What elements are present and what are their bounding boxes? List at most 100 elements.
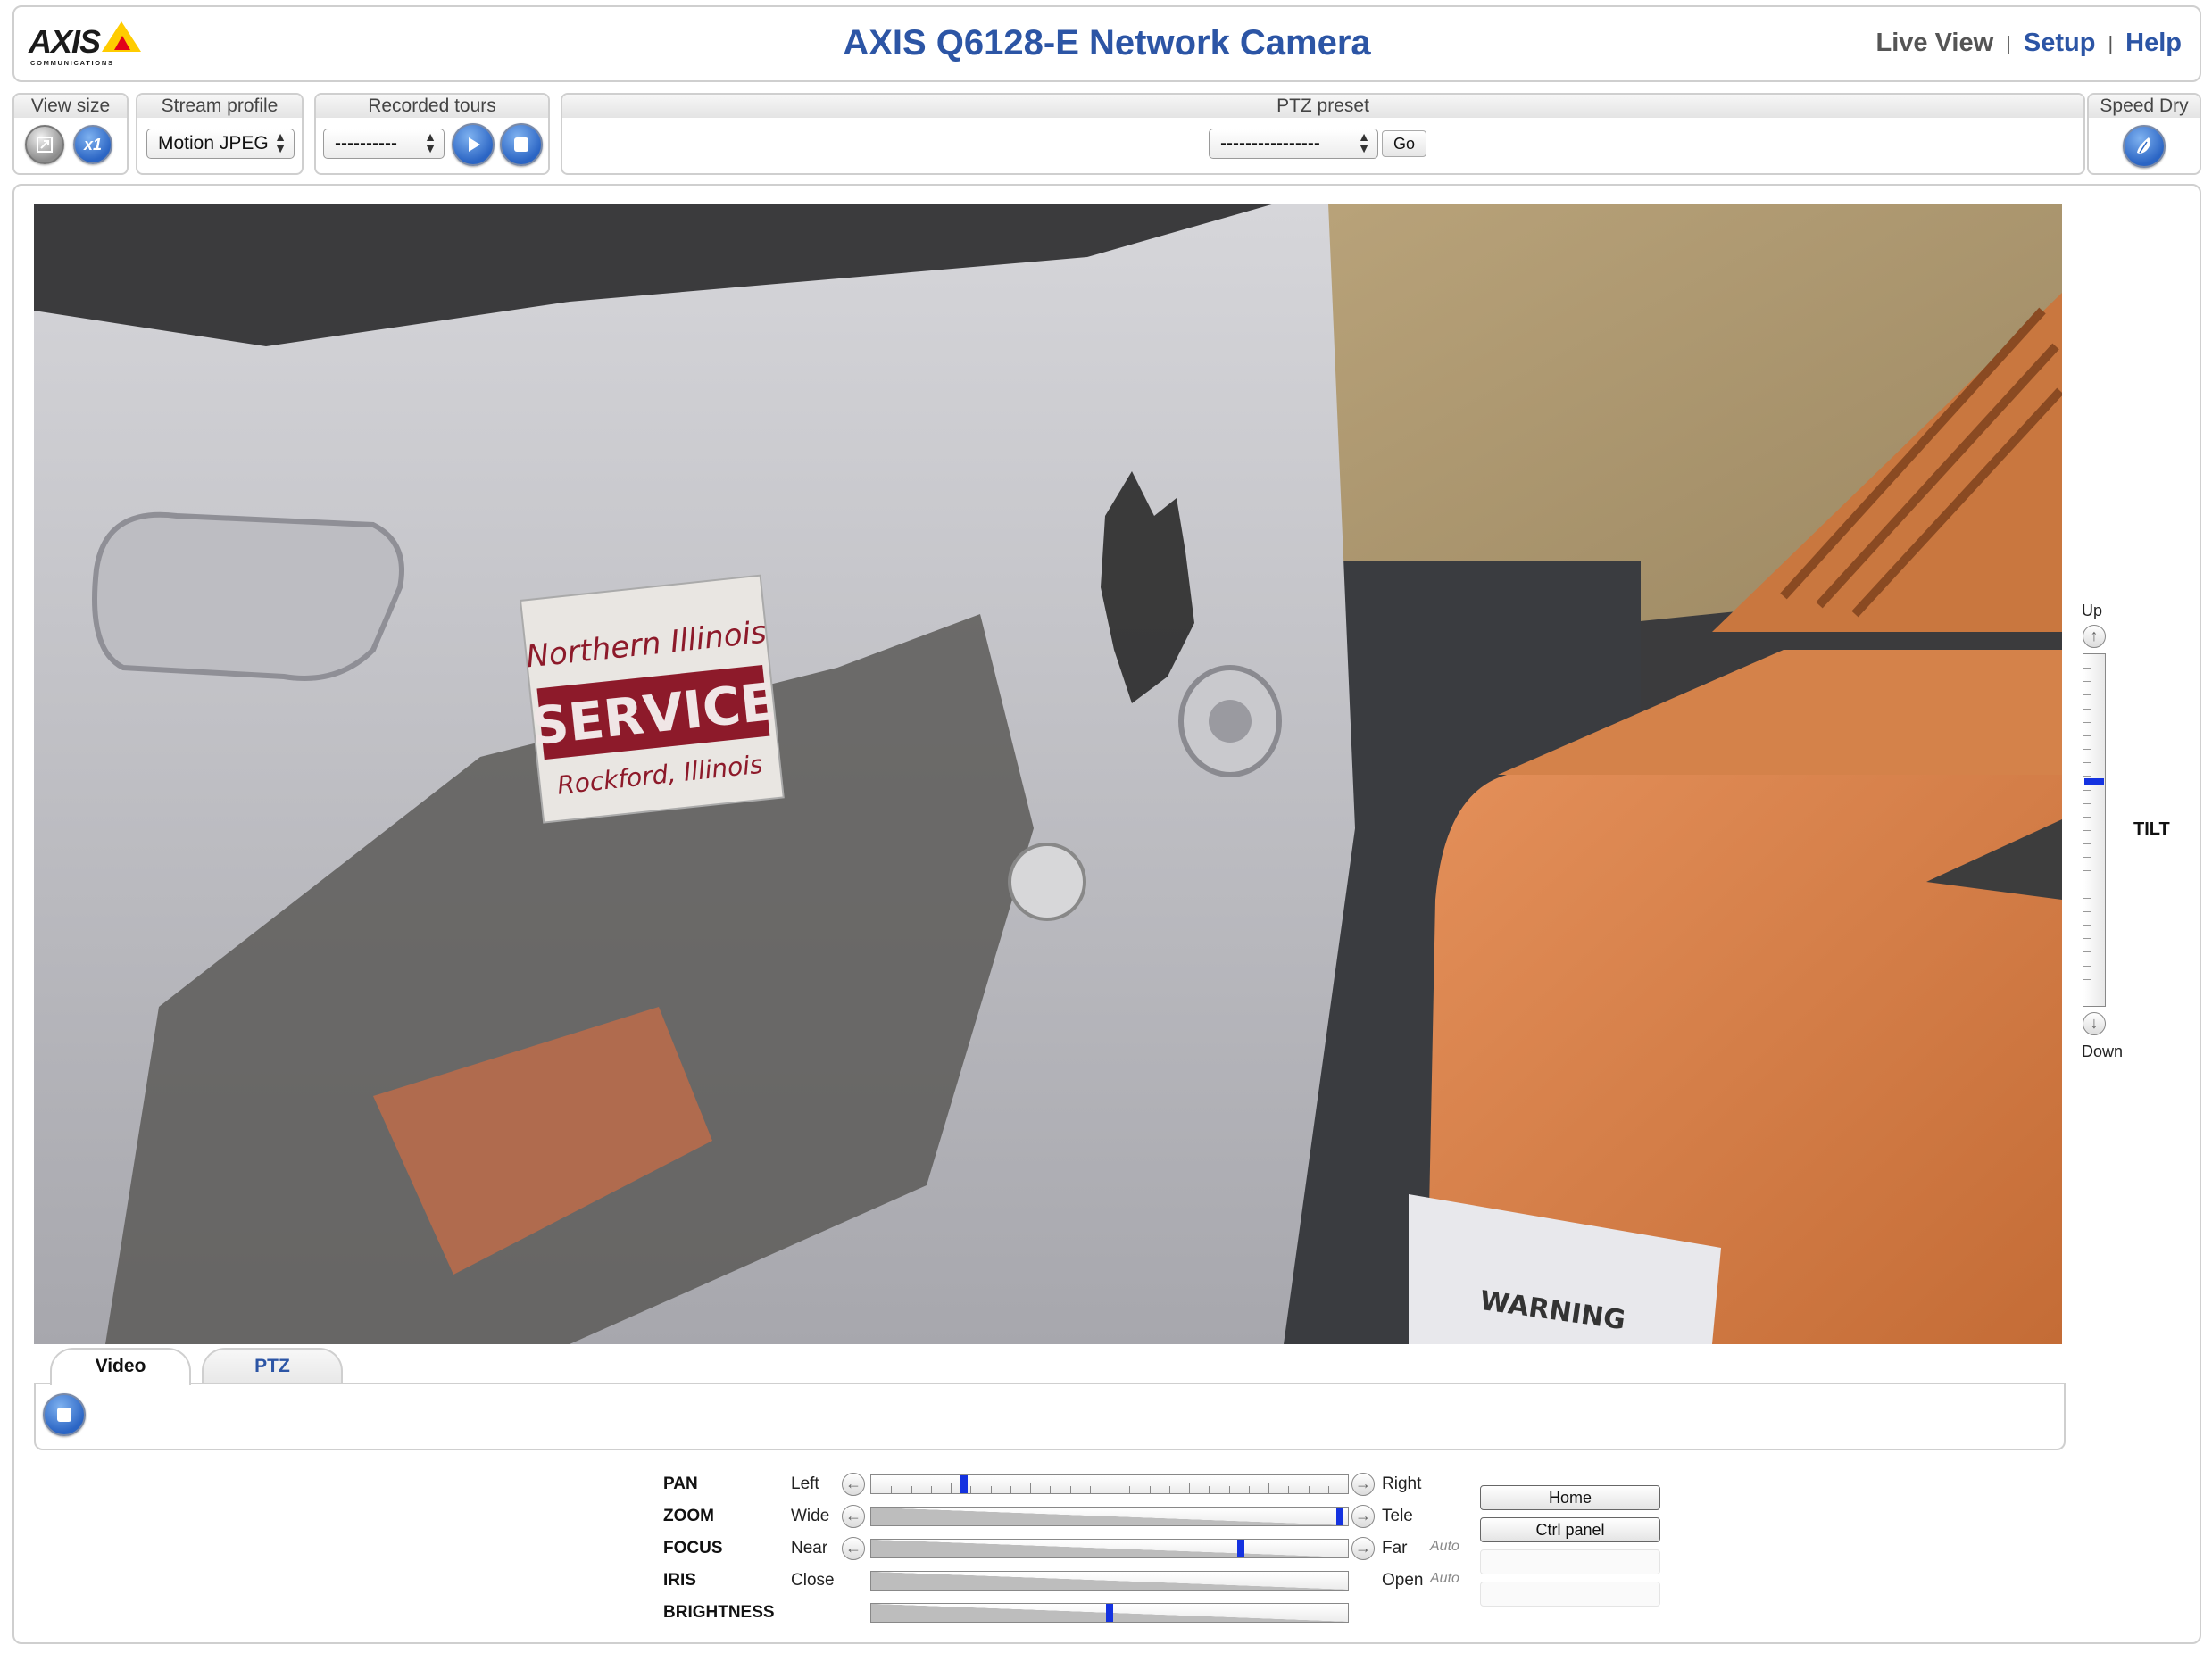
ptz-preset-go-button[interactable]: Go (1382, 130, 1427, 157)
focus-slider[interactable] (870, 1539, 1349, 1558)
slider-tick (1169, 1486, 1170, 1493)
speed-dry-label: Speed Dry (2089, 95, 2200, 118)
select-arrows-icon: ▲ ▼ (1358, 129, 1370, 155)
focus-slider-handle[interactable] (1237, 1540, 1244, 1557)
pan-right-button[interactable]: → (1351, 1473, 1375, 1496)
tilt-up-button[interactable]: ↑ (2083, 625, 2106, 648)
zoom-tele-label: Tele (1382, 1507, 1413, 1525)
stream-profile-group: Stream profile Motion JPEG ▲ ▼ (136, 93, 304, 175)
zoom-slider[interactable] (870, 1507, 1349, 1526)
arrow-left-icon: ← (845, 1539, 861, 1557)
play-tour-button[interactable] (452, 123, 495, 166)
slider-tick (1129, 1486, 1130, 1493)
zoom-slider-handle[interactable] (1336, 1508, 1343, 1525)
view-size-group: View size x1 (12, 93, 129, 175)
video-stream[interactable]: Northern Illinois SERVICE Rockford, Illi… (34, 204, 2062, 1344)
slider-tick (891, 1486, 892, 1493)
arrow-up-icon: ↑ (2090, 627, 2099, 644)
ptz-preset-select[interactable]: ---------------- ▲ ▼ (1209, 129, 1378, 159)
arrow-left-icon: ← (845, 1474, 861, 1492)
page-title: AXIS Q6128-E Network Camera (843, 23, 1371, 62)
tilt-tick (2083, 694, 2091, 695)
tilt-tick (2083, 776, 2091, 777)
camera-image: Northern Illinois SERVICE Rockford, Illi… (34, 204, 2062, 1344)
ctrl-panel-button[interactable]: Ctrl panel (1480, 1517, 1660, 1542)
pan-slider-handle[interactable] (960, 1475, 968, 1493)
brightness-slider[interactable] (870, 1603, 1349, 1623)
nav-live-view[interactable]: Live View (1876, 29, 1994, 58)
slider-tick (1309, 1486, 1310, 1493)
scale-x1-label: x1 (83, 135, 103, 154)
zoom-label: ZOOM (663, 1507, 714, 1525)
speed-dry-group: Speed Dry (2087, 93, 2201, 175)
pan-slider[interactable] (870, 1474, 1349, 1494)
pan-left-button[interactable]: ← (842, 1473, 865, 1496)
empty-button (1480, 1549, 1660, 1574)
tilt-slider-handle[interactable] (2084, 778, 2104, 785)
arrow-left-icon: ← (845, 1507, 861, 1524)
fullscreen-icon (27, 127, 62, 162)
focus-far-button[interactable]: → (1351, 1537, 1375, 1560)
tilt-tick (2083, 898, 2091, 899)
tilt-tick (2083, 735, 2091, 736)
slider-wedge (871, 1508, 1348, 1525)
tilt-slider[interactable] (2083, 653, 2106, 1007)
focus-label: FOCUS (663, 1539, 723, 1557)
stop-icon (502, 125, 541, 164)
iris-slider[interactable] (870, 1571, 1349, 1591)
pan-label: PAN (663, 1474, 698, 1493)
pan-left-label: Left (791, 1474, 819, 1493)
tilt-tick (2083, 722, 2091, 723)
speed-dry-icon (2125, 127, 2164, 166)
tilt-tick (2083, 709, 2091, 710)
brightness-label: BRIGHTNESS (663, 1603, 775, 1622)
stop-icon (45, 1395, 84, 1434)
scale-x1-button[interactable]: x1 (73, 125, 112, 164)
tilt-tick (2083, 790, 2091, 791)
header-bar: AXIS COMMUNICATIONS AXIS Q6128-E Network… (12, 5, 2201, 82)
zoom-wide-button[interactable]: ← (842, 1505, 865, 1528)
brightness-slider-handle[interactable] (1106, 1604, 1113, 1622)
top-navigation: Live View | Setup | Help (1876, 29, 2183, 58)
tab-video[interactable]: Video (50, 1348, 191, 1385)
nav-help[interactable]: Help (2125, 29, 2182, 58)
stream-profile-select[interactable]: Motion JPEG ▲ ▼ (146, 129, 295, 159)
tilt-tick (2083, 857, 2091, 858)
slider-tick (1288, 1486, 1289, 1493)
zoom-tele-button[interactable]: → (1351, 1505, 1375, 1528)
slider-tick (1070, 1486, 1071, 1493)
tilt-tick (2083, 749, 2091, 750)
recorded-tours-group: Recorded tours ---------- ▲ ▼ (314, 93, 550, 175)
tilt-up-label: Up (2082, 602, 2103, 619)
slider-tick (1268, 1483, 1269, 1493)
slider-tick (1030, 1483, 1031, 1493)
fullscreen-button[interactable] (25, 125, 64, 164)
slider-tick (1328, 1486, 1329, 1493)
view-size-label: View size (14, 95, 127, 118)
tilt-down-label: Down (2082, 1042, 2124, 1060)
slider-tick (931, 1486, 932, 1493)
speed-dry-button[interactable] (2123, 125, 2166, 168)
nav-setup[interactable]: Setup (2024, 29, 2096, 58)
slider-tick (1010, 1486, 1011, 1493)
empty-button (1480, 1582, 1660, 1607)
home-button[interactable]: Home (1480, 1485, 1660, 1510)
focus-near-button[interactable]: ← (842, 1537, 865, 1560)
arrow-right-icon: → (1355, 1539, 1371, 1557)
tilt-tick (2083, 925, 2091, 926)
slider-wedge (871, 1572, 1348, 1590)
tilt-down-button[interactable]: ↓ (2083, 1012, 2106, 1035)
slider-tick (1209, 1486, 1210, 1493)
arrow-right-icon: → (1355, 1507, 1371, 1524)
ptz-preset-value: ---------------- (1220, 133, 1320, 154)
stream-profile-value: Motion JPEG (158, 133, 269, 154)
iris-auto-label[interactable]: Auto (1430, 1571, 1459, 1587)
stop-tour-button[interactable] (500, 123, 543, 166)
recorded-tours-select[interactable]: ---------- ▲ ▼ (323, 129, 445, 159)
tilt-tick (2083, 951, 2091, 952)
tab-ptz[interactable]: PTZ (202, 1348, 343, 1383)
slider-tick (1150, 1486, 1151, 1493)
focus-auto-label[interactable]: Auto (1430, 1539, 1459, 1555)
focus-far-label: Far (1382, 1539, 1408, 1557)
stop-video-button[interactable] (43, 1393, 86, 1436)
